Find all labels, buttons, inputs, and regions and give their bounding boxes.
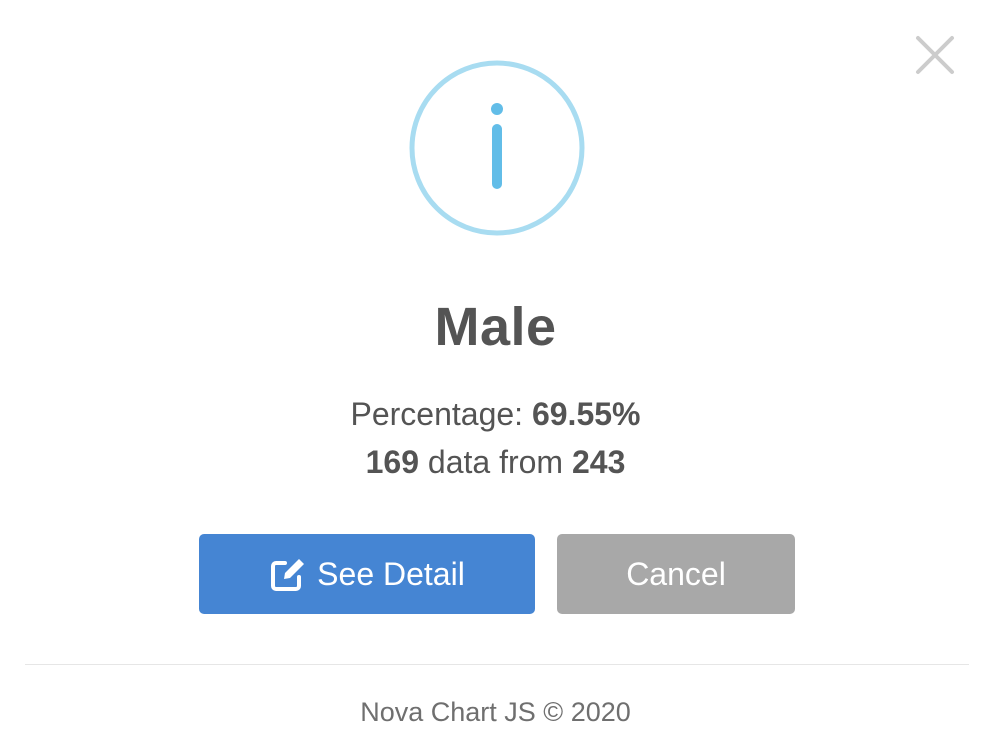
see-detail-button[interactable]: See Detail xyxy=(199,534,535,614)
dialog-footer: Nova Chart JS © 2020 xyxy=(360,697,631,727)
footer-divider xyxy=(25,664,969,665)
percentage-value: 69.55% xyxy=(531,396,641,432)
dialog-content: Percentage: 69.55% 169 data from 243 xyxy=(0,390,991,486)
alert-dialog: Male Percentage: 69.55% 169 data from 24… xyxy=(0,0,991,751)
cancel-button[interactable]: Cancel xyxy=(557,534,795,614)
close-button[interactable] xyxy=(911,31,959,79)
count-line: 169 data from 243 xyxy=(0,438,991,486)
count-value: 169 xyxy=(365,444,420,480)
external-link-icon xyxy=(269,555,307,593)
see-detail-label: See Detail xyxy=(317,555,465,592)
dialog-title: Male xyxy=(434,297,557,357)
close-icon[interactable] xyxy=(911,31,959,79)
total-value: 243 xyxy=(571,444,626,480)
info-icon xyxy=(409,60,585,236)
percentage-line: Percentage: 69.55% xyxy=(0,390,991,438)
cancel-label: Cancel xyxy=(626,555,726,592)
percentage-label: Percentage: xyxy=(350,396,524,432)
count-middle-text: data from xyxy=(427,444,564,480)
